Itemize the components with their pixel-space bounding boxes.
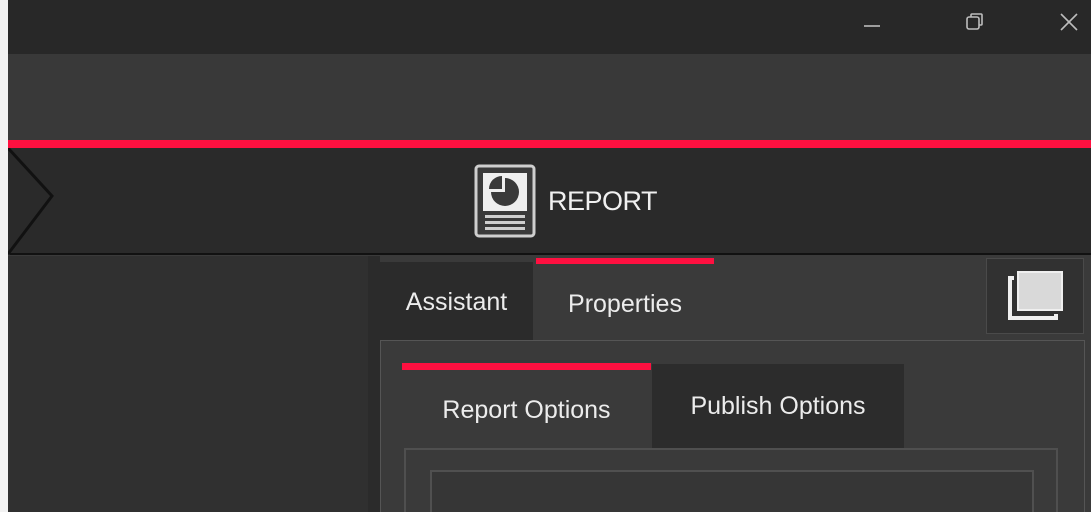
restore-button[interactable] bbox=[955, 6, 995, 38]
report-document-icon bbox=[474, 164, 536, 238]
accent-line bbox=[8, 140, 1091, 148]
title-bar bbox=[0, 0, 1091, 54]
close-button[interactable] bbox=[1058, 6, 1091, 38]
tab-report-options[interactable]: Report Options bbox=[402, 370, 651, 450]
restore-icon bbox=[966, 13, 983, 30]
minimize-button[interactable] bbox=[852, 6, 892, 38]
tab-properties[interactable]: Properties bbox=[536, 264, 714, 344]
minimize-icon bbox=[864, 25, 880, 27]
dock-window-button[interactable] bbox=[986, 258, 1084, 334]
banner-divider bbox=[10, 253, 1091, 255]
active-subtab-indicator bbox=[402, 363, 651, 370]
subtab-label: Publish Options bbox=[690, 391, 866, 420]
tab-label: Properties bbox=[568, 289, 682, 318]
tab-assistant[interactable]: Assistant bbox=[380, 262, 533, 342]
window-edge bbox=[0, 0, 8, 512]
report-banner bbox=[0, 148, 1091, 255]
options-content bbox=[430, 470, 1034, 512]
toolbar-area bbox=[0, 54, 1091, 140]
left-pane bbox=[8, 256, 368, 512]
banner-title: REPORT bbox=[548, 186, 658, 216]
chevron-right-icon bbox=[6, 148, 54, 255]
subtab-label: Report Options bbox=[442, 395, 611, 424]
pane-splitter[interactable] bbox=[368, 256, 380, 512]
tab-publish-options[interactable]: Publish Options bbox=[652, 364, 904, 448]
tab-label: Assistant bbox=[405, 287, 508, 316]
window-dock-icon bbox=[1008, 271, 1063, 320]
close-icon bbox=[1060, 13, 1078, 31]
